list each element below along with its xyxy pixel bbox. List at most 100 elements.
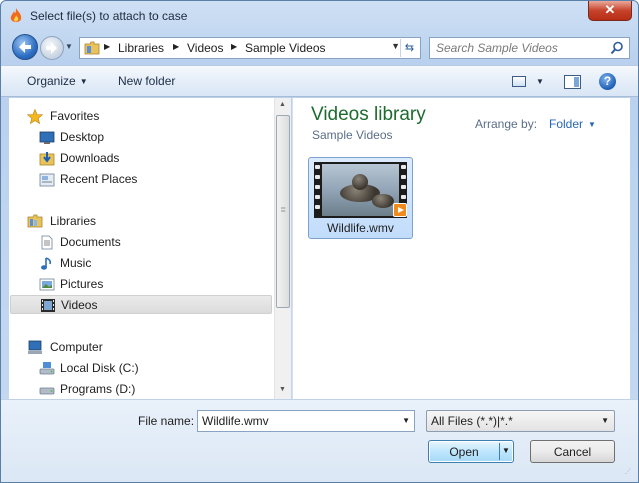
folder-icon xyxy=(84,41,100,55)
nav-item-label: Videos xyxy=(61,298,98,312)
file-name-value: Wildlife.wmv xyxy=(202,414,269,428)
content-pane: Videos library Sample Videos Arrange by:… xyxy=(292,98,630,399)
file-open-dialog: Select file(s) to attach to case ✕ ▼ ▶ L… xyxy=(0,0,639,483)
film-perforation xyxy=(315,205,320,209)
nav-group-libraries[interactable]: Libraries xyxy=(27,212,227,231)
film-perforation xyxy=(401,195,406,199)
desktop-icon xyxy=(39,131,55,144)
refresh-button[interactable]: ⇆ xyxy=(400,39,418,57)
film-perforation xyxy=(401,185,406,189)
nav-item-label: Local Disk (C:) xyxy=(60,361,139,375)
file-type-value: All Files (*.*)|*.* xyxy=(431,414,513,428)
address-dropdown-icon[interactable]: ▼ xyxy=(391,41,400,51)
breadcrumb-videos[interactable]: Videos xyxy=(187,41,223,55)
libraries-icon xyxy=(27,214,43,228)
star-icon xyxy=(27,109,43,124)
flame-app-icon xyxy=(10,8,22,22)
hard-drive-icon xyxy=(39,362,55,375)
new-folder-button[interactable]: New folder xyxy=(118,74,175,88)
nav-group-computer[interactable]: Computer xyxy=(27,338,227,357)
search-input[interactable] xyxy=(436,41,606,55)
breadcrumb-arrow-icon[interactable]: ▶ xyxy=(104,42,110,51)
resize-grip-icon[interactable]: ⋰ xyxy=(625,469,635,481)
split-divider xyxy=(499,443,500,460)
forward-arrow-icon xyxy=(46,42,57,54)
open-options-chevron-icon[interactable]: ▼ xyxy=(502,446,510,455)
nav-item-music[interactable]: Music xyxy=(37,254,237,273)
close-button[interactable]: ✕ xyxy=(588,1,632,21)
navigation-pane: Favorites Desktop Downloads Recent Place… xyxy=(9,98,274,399)
address-bar[interactable]: ▶ Libraries ▶ Videos ▶ Sample Videos ▼ ⇆ xyxy=(79,37,421,59)
breadcrumb-sample-videos[interactable]: Sample Videos xyxy=(245,41,326,55)
music-note-icon xyxy=(41,257,52,270)
file-name-field[interactable]: Wildlife.wmv ▼ xyxy=(197,410,415,432)
pictures-icon xyxy=(39,278,55,291)
file-name-label: Wildlife.wmv xyxy=(327,221,394,235)
nav-item-label: Desktop xyxy=(60,130,105,144)
nav-group-label: Computer xyxy=(50,340,103,354)
back-button[interactable] xyxy=(12,34,38,60)
arrange-by-dropdown[interactable]: Folder ▼ xyxy=(549,117,596,131)
search-box[interactable] xyxy=(429,37,630,59)
breadcrumb-libraries[interactable]: Libraries xyxy=(118,41,164,55)
nav-item-label: Music xyxy=(60,256,92,270)
change-view-icon[interactable] xyxy=(512,76,526,87)
chevron-down-icon: ▼ xyxy=(588,120,596,129)
cancel-button-label: Cancel xyxy=(553,445,592,459)
nav-item-label: Downloads xyxy=(60,151,120,165)
help-icon[interactable]: ? xyxy=(599,73,616,90)
command-toolbar: Organize ▼ New folder ▼ ? xyxy=(1,65,638,97)
video-thumbnail xyxy=(314,162,407,218)
nav-item-documents[interactable]: Documents xyxy=(37,233,237,252)
breadcrumb-arrow-icon[interactable]: ▶ xyxy=(231,42,237,51)
nav-item-label: Documents xyxy=(60,235,121,249)
play-icon xyxy=(393,203,407,217)
recent-pages-chevron-icon[interactable]: ▼ xyxy=(65,42,75,52)
hard-drive-icon xyxy=(39,387,55,395)
film-perforation xyxy=(401,165,406,169)
nav-item-pictures[interactable]: Pictures xyxy=(37,275,237,294)
scroll-up-arrow-icon[interactable]: ▲ xyxy=(279,101,286,108)
nav-item-downloads[interactable]: Downloads xyxy=(37,149,237,168)
forward-button[interactable] xyxy=(40,36,64,60)
chevron-down-icon: ▼ xyxy=(79,77,88,86)
nav-group-label: Favorites xyxy=(50,109,100,123)
nav-item-recent-places[interactable]: Recent Places xyxy=(37,170,237,189)
view-options-chevron-icon[interactable]: ▼ xyxy=(536,77,544,86)
nav-pane-scrollbar[interactable]: ▲ ═ ═ ▼ xyxy=(274,98,291,399)
video-film-icon xyxy=(41,299,55,312)
documents-icon xyxy=(41,235,53,250)
film-perforation xyxy=(401,175,406,179)
chevron-down-icon[interactable]: ▼ xyxy=(402,416,410,425)
open-button[interactable]: Open ▼ xyxy=(428,440,514,463)
chevron-down-icon: ▼ xyxy=(601,416,609,425)
file-item-wildlife[interactable]: Wildlife.wmv xyxy=(308,157,413,239)
cancel-button[interactable]: Cancel xyxy=(530,440,615,463)
organize-button[interactable]: Organize ▼ xyxy=(27,74,88,88)
grip-icon: ═ ═ xyxy=(281,206,286,215)
search-icon xyxy=(610,41,623,55)
downloads-icon xyxy=(39,152,55,166)
nav-item-local-disk-c[interactable]: Local Disk (C:) xyxy=(37,359,237,378)
nav-item-label: Programs (D:) xyxy=(60,382,136,396)
organize-label: Organize xyxy=(27,74,76,88)
dialog-footer: File name: Wildlife.wmv ▼ All Files (*.*… xyxy=(1,399,638,482)
nav-item-programs-d[interactable]: Programs (D:) xyxy=(37,380,237,399)
seal-shape xyxy=(372,194,394,208)
window-title: Select file(s) to attach to case xyxy=(30,9,188,23)
file-name-label: File name: xyxy=(138,414,195,428)
scrollbar-thumb[interactable]: ═ ═ xyxy=(276,115,290,308)
preview-pane-icon[interactable] xyxy=(564,75,581,89)
seal-shape xyxy=(352,174,368,190)
breadcrumb-arrow-icon[interactable]: ▶ xyxy=(173,42,179,51)
file-type-select[interactable]: All Files (*.*)|*.* ▼ xyxy=(426,410,615,432)
film-perforation xyxy=(315,175,320,179)
computer-icon xyxy=(28,340,42,354)
nav-group-favorites[interactable]: Favorites xyxy=(27,107,227,126)
nav-item-videos[interactable]: Videos xyxy=(10,295,272,314)
film-perforation xyxy=(315,185,320,189)
nav-item-desktop[interactable]: Desktop xyxy=(37,128,237,147)
arrange-by-label: Arrange by: xyxy=(475,117,538,131)
scroll-down-arrow-icon[interactable]: ▼ xyxy=(279,386,286,393)
library-subtitle: Sample Videos xyxy=(312,128,393,142)
